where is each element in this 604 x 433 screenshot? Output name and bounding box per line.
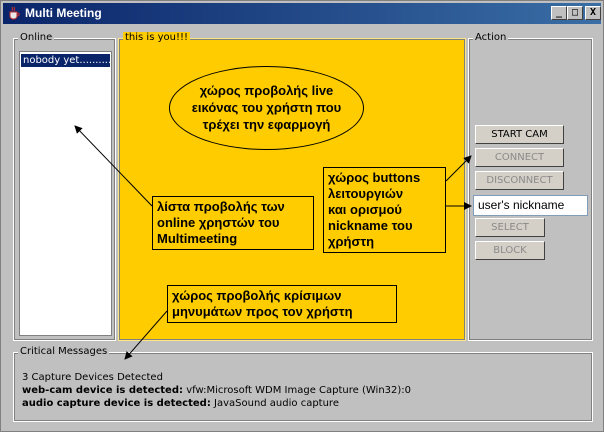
message-line: 3 Capture Devices Detected: [22, 372, 163, 383]
maximize-icon[interactable]: □: [567, 6, 583, 20]
video-area-annotation: χώρος προβολής live εικόνας του χρήστη π…: [169, 66, 364, 150]
window-title: Multi Meeting: [25, 6, 102, 20]
title-bar[interactable]: Multi Meeting _ □ X: [3, 3, 601, 24]
select-button[interactable]: SELECT: [475, 218, 545, 237]
annotation-line: χώρος προβολής κρίσιμων: [172, 288, 342, 303]
close-icon[interactable]: X: [585, 6, 601, 20]
critical-messages-text: 3 Capture Devices Detected web-cam devic…: [22, 371, 411, 410]
message-label: web-cam device is detected:: [22, 385, 183, 396]
annotation-line: τρέχει την εφαρμογή: [202, 117, 331, 132]
critical-messages-title: Critical Messages: [18, 346, 110, 357]
annotation-line: χώρος buttons: [328, 170, 421, 185]
online-panel: Online nobody yet..........: [13, 32, 116, 341]
critical-messages-panel: Critical Messages 3 Capture Devices Dete…: [13, 346, 593, 422]
video-panel-title: this is you!!!: [123, 32, 190, 43]
annotation-line: λίστα προβολής των: [157, 199, 285, 214]
annotation-line: χρήστη: [328, 234, 375, 249]
message-value: vfw:Microsoft WDM Image Capture (Win32):…: [186, 385, 412, 396]
online-user-list[interactable]: nobody yet..........: [19, 51, 112, 336]
online-list-annotation: λίστα προβολής των online χρηστών του Mu…: [152, 196, 314, 250]
message-value: JavaSound audio capture: [214, 398, 339, 409]
annotation-line: και ορισμού: [328, 202, 402, 217]
annotation-line: λειτουργιών: [328, 186, 404, 201]
app-window: Multi Meeting _ □ X Online nobody yet...…: [0, 0, 604, 432]
annotation-line: μηνυμάτων προς τον χρήστη: [172, 304, 353, 319]
connect-button[interactable]: CONNECT: [475, 148, 564, 167]
block-button[interactable]: BLOCK: [475, 241, 545, 260]
annotation-line: χώρος προβολής live: [199, 83, 334, 98]
message-label: audio capture device is detected:: [22, 398, 211, 409]
messages-area-annotation: χώρος προβολής κρίσιμων μηνυμάτων προς τ…: [167, 285, 397, 323]
online-panel-title: Online: [18, 32, 55, 43]
annotation-line: nickname του: [328, 218, 413, 233]
annotation-line: online χρηστών του: [157, 215, 280, 230]
message-line: web-cam device is detected: vfw:Microsof…: [22, 384, 411, 397]
annotation-line: Multimeeting: [157, 231, 238, 246]
message-line: audio capture device is detected: JavaSo…: [22, 397, 411, 410]
minimize-icon[interactable]: _: [551, 6, 567, 20]
start-cam-button[interactable]: START CAM: [475, 125, 564, 144]
buttons-area-annotation: χώρος buttons λειτουργιών και ορισμού ni…: [323, 167, 446, 253]
list-item[interactable]: nobody yet..........: [21, 54, 110, 67]
java-cup-icon: [7, 6, 21, 20]
disconnect-button[interactable]: DISCONNECT: [475, 171, 564, 190]
annotation-line: εικόνας του χρήστη που: [191, 100, 342, 115]
action-panel-title: Action: [473, 32, 509, 43]
nickname-field[interactable]: user's nickname: [473, 195, 588, 216]
